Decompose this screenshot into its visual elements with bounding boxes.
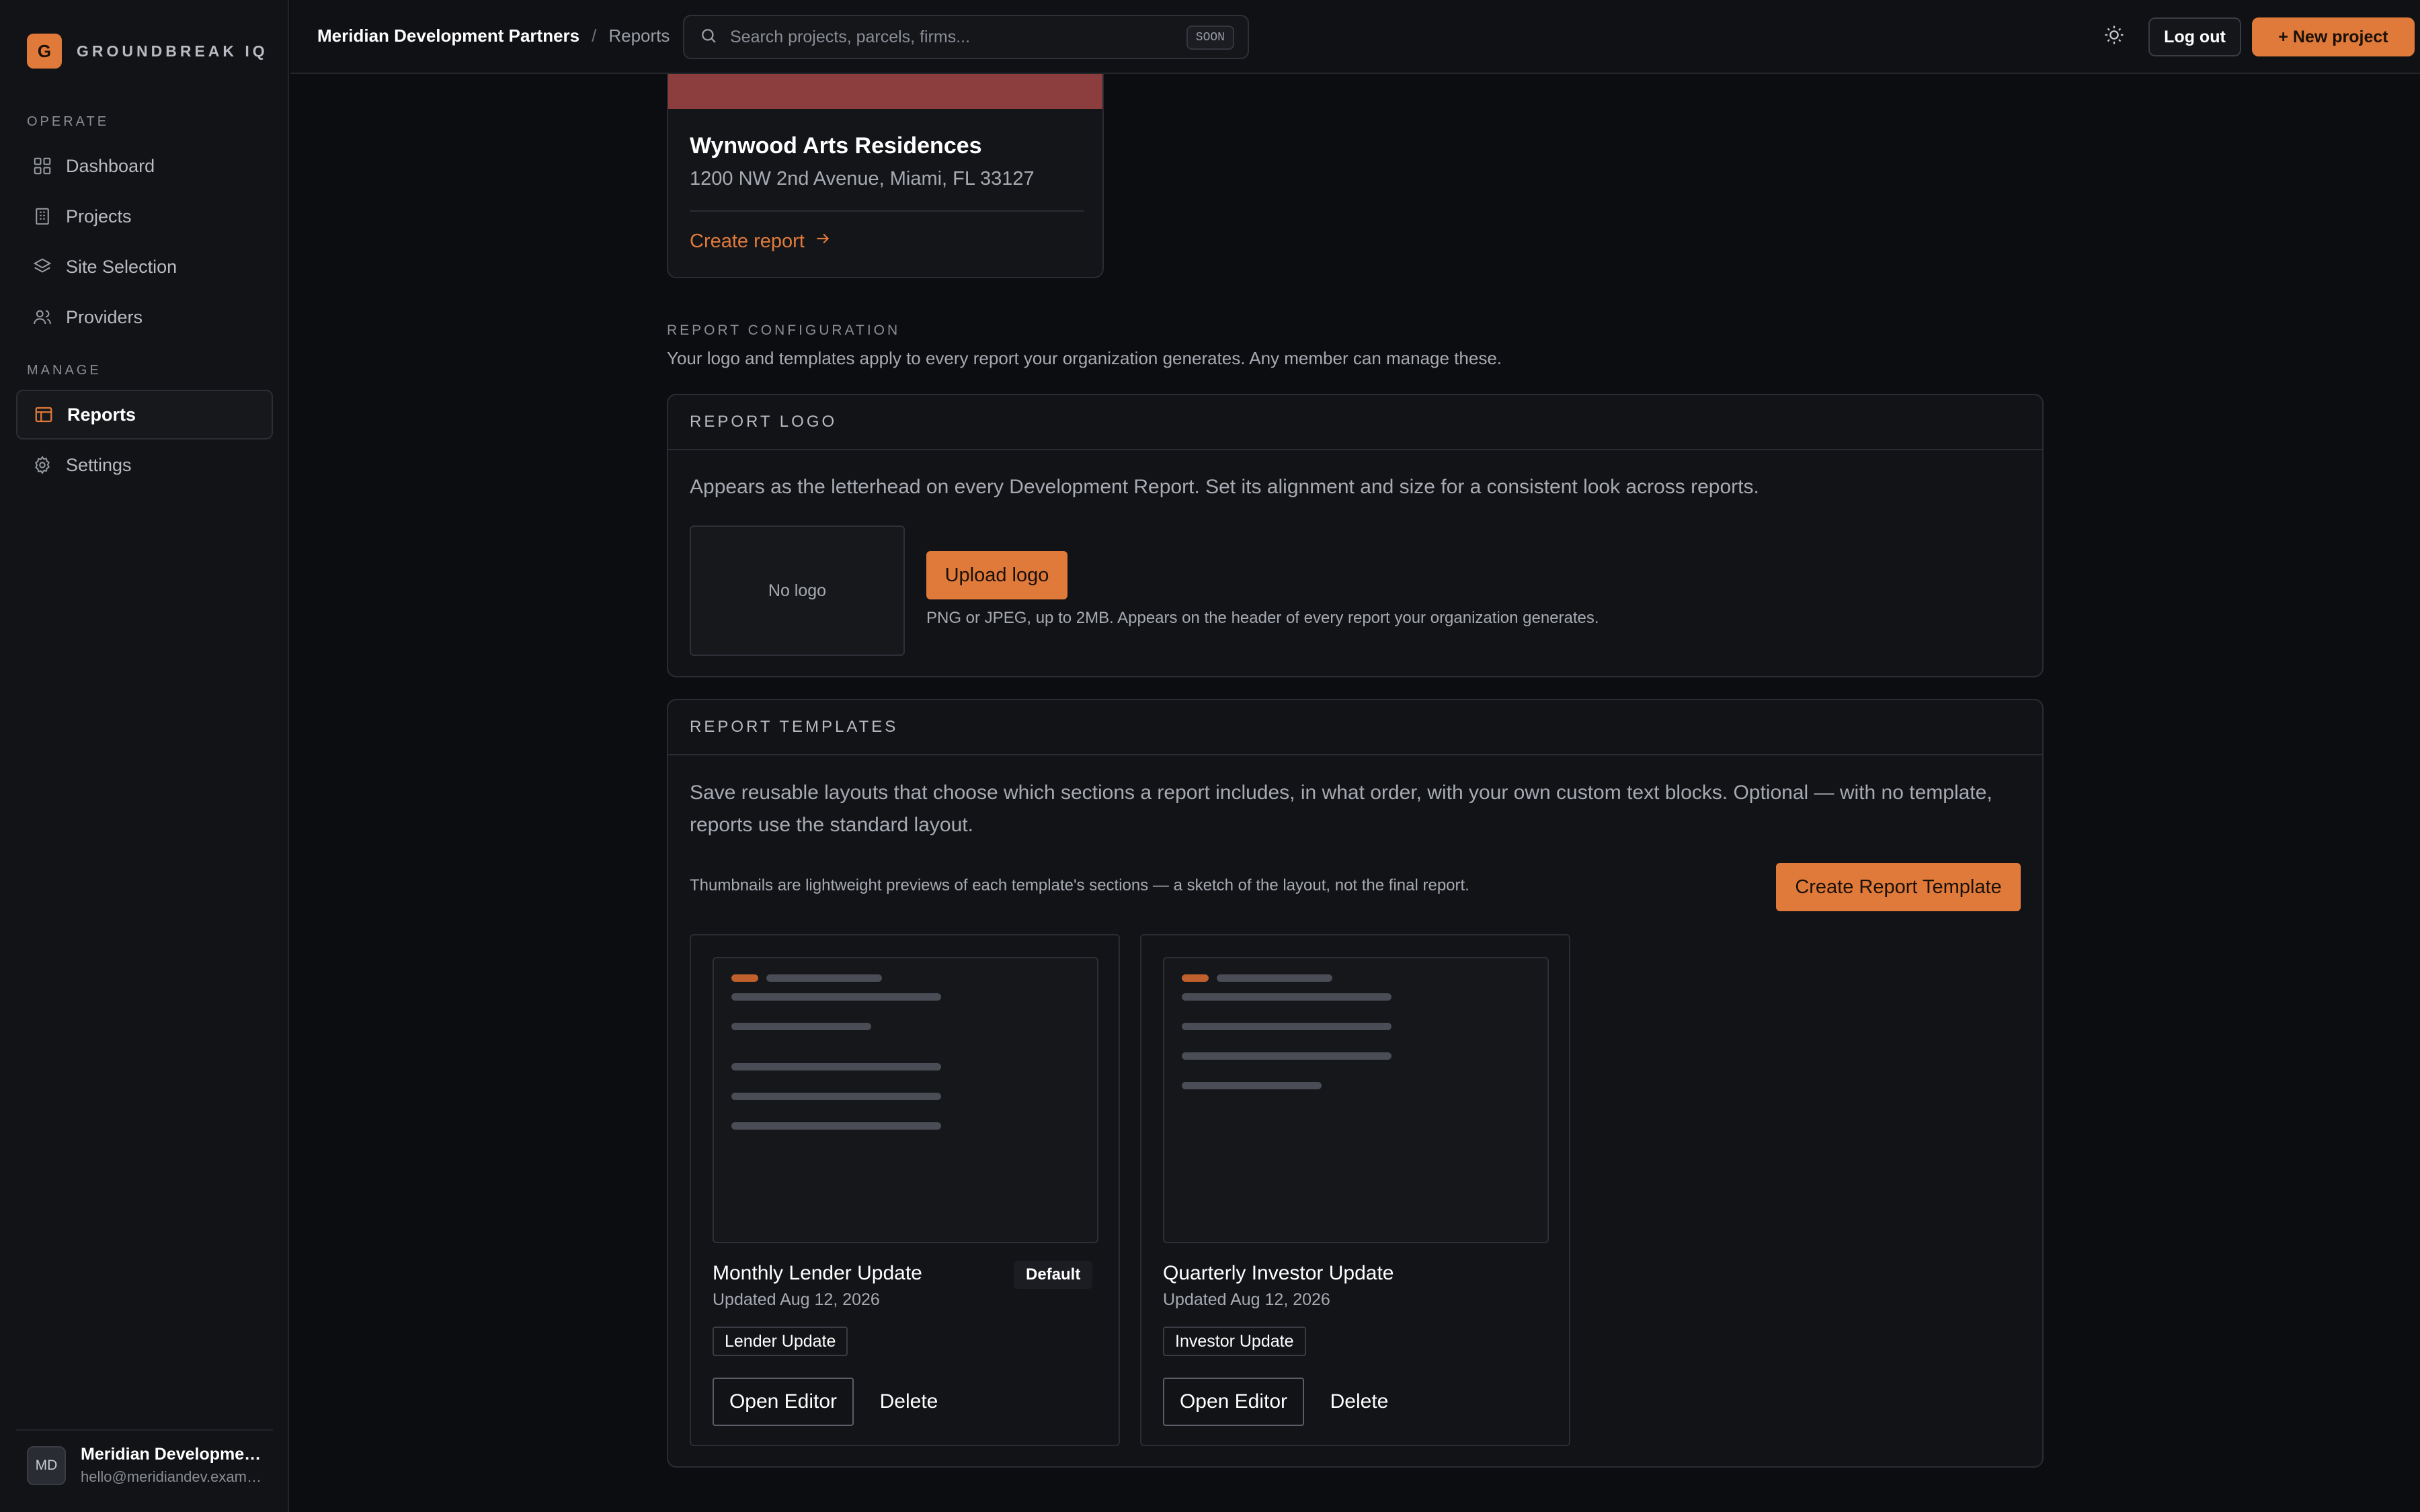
template-card[interactable]: Quarterly Investor Update Updated Aug 12… [1140,934,1570,1446]
users-icon [32,307,52,327]
sidebar-item-label: Reports [67,404,136,425]
report-templates-panel: REPORT TEMPLATES Save reusable layouts t… [667,699,2044,1468]
topbar: Meridian Development Partners / Reports … [290,0,2420,74]
soon-badge: SOON [1186,26,1234,50]
thumbnail-line [1182,1052,1392,1060]
create-report-label: Create report [690,230,805,252]
sidebar-item-label: Providers [66,306,143,327]
arrow-right-icon [805,230,832,253]
logo-description: Appears as the letterhead on every Devel… [690,476,1759,498]
sidebar-item-dashboard[interactable]: Dashboard [16,141,273,191]
upload-hint: PNG or JPEG, up to 2MB. Appears on the h… [926,609,1599,627]
theme-toggle-button[interactable] [2101,23,2128,50]
sidebar-divider [16,1429,273,1431]
template-name: Quarterly Investor Update [1163,1262,1394,1284]
new-project-button[interactable]: + New project [2252,17,2415,56]
breadcrumb-org[interactable]: Meridian Development Partners [317,26,579,46]
dashboard-grid-icon [32,156,52,176]
section-label: REPORT CONFIGURATION [667,323,901,338]
thumbnail-line [731,993,941,1001]
template-updated: Updated Aug 12, 2026 [1163,1290,1330,1309]
sidebar-item-label: Dashboard [66,155,155,176]
nav-section-operate: OPERATE [27,114,110,129]
report-logo-panel: REPORT LOGO Appears as the letterhead on… [667,394,2044,677]
project-title: Wynwood Arts Residences [690,133,982,159]
template-card[interactable]: Monthly Lender Update Default Updated Au… [690,934,1120,1446]
brand-logo: G [27,34,62,69]
panel-heading: REPORT LOGO [668,395,2042,450]
sidebar-item-settings[interactable]: Settings [16,440,273,490]
templates-hint: Thumbnails are lightweight previews of e… [690,876,1469,894]
divider [690,210,1084,212]
thumbnail-line [731,1063,941,1070]
breadcrumb-current: Reports [608,26,670,46]
logo-placeholder: No logo [690,526,905,656]
search-input[interactable]: Search projects, parcels, firms... SOON [683,15,1249,59]
app-root: G GROUNDBREAK IQ OPERATE Dashboard Proje… [0,0,2420,1512]
templates-description: Save reusable layouts that choose which … [690,782,1992,836]
brand-name: GROUNDBREAK IQ [77,42,268,60]
sidebar-item-label: Projects [66,206,132,226]
layers-icon [32,257,52,277]
template-thumbnail [1163,957,1549,1243]
default-badge: Default [1014,1261,1093,1289]
thumbnail-line [731,1122,941,1130]
template-updated: Updated Aug 12, 2026 [713,1290,880,1309]
thumbnail-line [1182,1023,1392,1030]
open-editor-button[interactable]: Open Editor [1163,1378,1304,1426]
brand[interactable]: G GROUNDBREAK IQ [27,34,268,69]
breadcrumb-separator: / [592,26,597,46]
thumbnail-line [731,1093,941,1100]
upload-logo-button[interactable]: Upload logo [926,551,1067,599]
thumbnail-line [1182,974,1209,982]
project-address: 1200 NW 2nd Avenue, Miami, FL 33127 [690,168,1035,190]
panel-heading: REPORT TEMPLATES [668,700,2042,755]
section-description: Your logo and templates apply to every r… [667,348,1502,368]
template-tag: Lender Update [713,1327,848,1356]
search-placeholder: Search projects, parcels, firms... [730,27,971,46]
delete-template-button[interactable]: Delete [867,1378,951,1426]
user-email: hello@meridiandev.example.com [81,1468,262,1485]
sidebar: G GROUNDBREAK IQ OPERATE Dashboard Proje… [0,0,289,1512]
user-name: Meridian Development Partners [81,1445,262,1464]
thumbnail-line [731,1023,871,1030]
user-profile[interactable]: MD Meridian Development Partners hello@m… [27,1445,262,1486]
thumbnail-line [1182,993,1392,1001]
table-icon [34,405,54,425]
sun-icon [2103,24,2126,50]
project-banner [668,74,1102,109]
thumbnail-line [1182,1082,1322,1089]
open-editor-button[interactable]: Open Editor [713,1378,854,1426]
create-report-link[interactable]: Create report [690,230,832,253]
thumbnail-line [731,974,758,982]
create-report-template-button[interactable]: Create Report Template [1776,863,2021,911]
sidebar-item-providers[interactable]: Providers [16,292,273,342]
template-thumbnail [713,957,1098,1243]
sidebar-item-projects[interactable]: Projects [16,192,273,241]
template-name: Monthly Lender Update [713,1262,922,1284]
avatar: MD [27,1445,66,1485]
building-icon [32,206,52,226]
search-icon [699,26,718,48]
gear-icon [32,455,52,475]
thumbnail-line [1217,974,1332,982]
delete-template-button[interactable]: Delete [1318,1378,1401,1426]
logout-button[interactable]: Log out [2148,17,2241,56]
thumbnail-line [766,974,882,982]
sidebar-item-site-selection[interactable]: Site Selection [16,242,273,292]
template-tag: Investor Update [1163,1327,1306,1356]
project-card[interactable]: Wynwood Arts Residences 1200 NW 2nd Aven… [667,74,1104,278]
sidebar-item-label: Settings [66,454,132,475]
sidebar-item-label: Site Selection [66,256,177,277]
nav-section-manage: MANAGE [27,363,102,378]
breadcrumb: Meridian Development Partners / Reports [317,26,670,46]
sidebar-item-reports[interactable]: Reports [16,390,273,439]
